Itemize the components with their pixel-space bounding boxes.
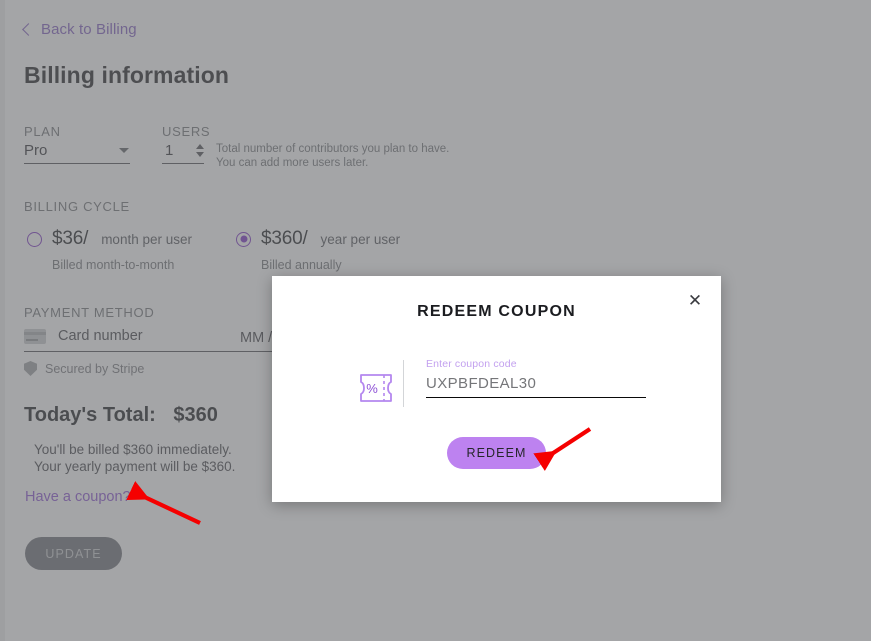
field-divider — [403, 360, 404, 407]
screen: Back to Billing Billing information PLAN… — [0, 0, 871, 641]
coupon-input[interactable]: UXPBFDEAL30 — [426, 375, 646, 398]
redeem-coupon-modal: ✕ REDEEM COUPON % Enter coupon code UXPB… — [272, 276, 721, 502]
percent-ticket-icon: % — [360, 374, 392, 402]
redeem-button[interactable]: REDEEM — [447, 437, 546, 469]
svg-text:%: % — [366, 381, 378, 396]
coupon-input-wrap: Enter coupon code UXPBFDEAL30 — [426, 358, 646, 398]
coupon-input-label: Enter coupon code — [426, 358, 517, 370]
coupon-input-group: % Enter coupon code UXPBFDEAL30 — [357, 358, 646, 408]
modal-title: REDEEM COUPON — [417, 303, 576, 320]
